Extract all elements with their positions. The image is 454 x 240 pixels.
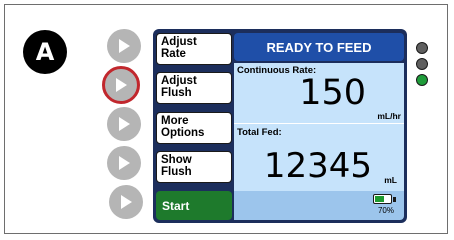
total-fed-unit: mL: [384, 175, 397, 185]
soft-key-3-play-button[interactable]: [107, 107, 141, 141]
indicator-light-grey-1: [416, 42, 428, 54]
soft-key-4-play-button[interactable]: [107, 146, 141, 180]
start-button-label: Start: [162, 198, 190, 213]
panel-label-badge: A: [23, 30, 67, 74]
adjust-rate-label-line2: Rate: [161, 48, 186, 60]
battery-icon: [373, 194, 392, 204]
play-icon: [119, 156, 130, 170]
show-flush-button[interactable]: Show Flush: [156, 151, 232, 183]
status-banner: READY TO FEED: [234, 33, 404, 61]
more-options-label-line2: Options: [161, 127, 205, 139]
panel-label-text: A: [35, 38, 55, 66]
show-flush-label-line2: Flush: [161, 166, 192, 178]
total-fed-label: Total Fed:: [237, 127, 282, 138]
show-flush-label-line1: Show: [161, 154, 192, 166]
indicator-light-green: [416, 74, 428, 86]
status-text: READY TO FEED: [266, 39, 372, 55]
battery-level-fill: [375, 196, 384, 202]
adjust-rate-label-line1: Adjust: [161, 36, 197, 48]
indicator-light-grey-2: [416, 58, 428, 70]
battery-percent: 70%: [377, 206, 394, 215]
pump-display-screen: Adjust Rate Adjust Flush More Options Sh…: [153, 29, 407, 223]
start-button[interactable]: Start: [156, 191, 232, 220]
play-icon: [119, 39, 130, 53]
soft-key-2-play-button-selected[interactable]: [102, 66, 140, 104]
continuous-rate-unit: mL/hr: [377, 111, 401, 121]
continuous-rate-value: 150: [299, 73, 366, 113]
soft-key-5-play-button[interactable]: [109, 185, 143, 219]
play-icon: [121, 195, 132, 209]
soft-key-1-play-button[interactable]: [107, 29, 141, 63]
feed-info-panel: Continuous Rate: 150 mL/hr Total Fed: 12…: [234, 63, 404, 191]
adjust-flush-button[interactable]: Adjust Flush: [156, 72, 232, 104]
more-options-label-line1: More: [161, 115, 189, 127]
adjust-flush-label-line1: Adjust: [161, 75, 197, 87]
play-icon: [116, 78, 127, 92]
adjust-rate-button[interactable]: Adjust Rate: [156, 33, 232, 65]
battery-status-area: 70%: [234, 191, 404, 220]
pump-panel-frame: A Adjust Rate Adjust Flush More Options …: [4, 4, 448, 234]
battery-terminal: [393, 197, 396, 202]
panel-divider: [234, 123, 404, 124]
total-fed-value: 12345: [263, 146, 372, 186]
more-options-button[interactable]: More Options: [156, 112, 232, 144]
play-icon: [119, 117, 130, 131]
adjust-flush-label-line2: Flush: [161, 87, 192, 99]
